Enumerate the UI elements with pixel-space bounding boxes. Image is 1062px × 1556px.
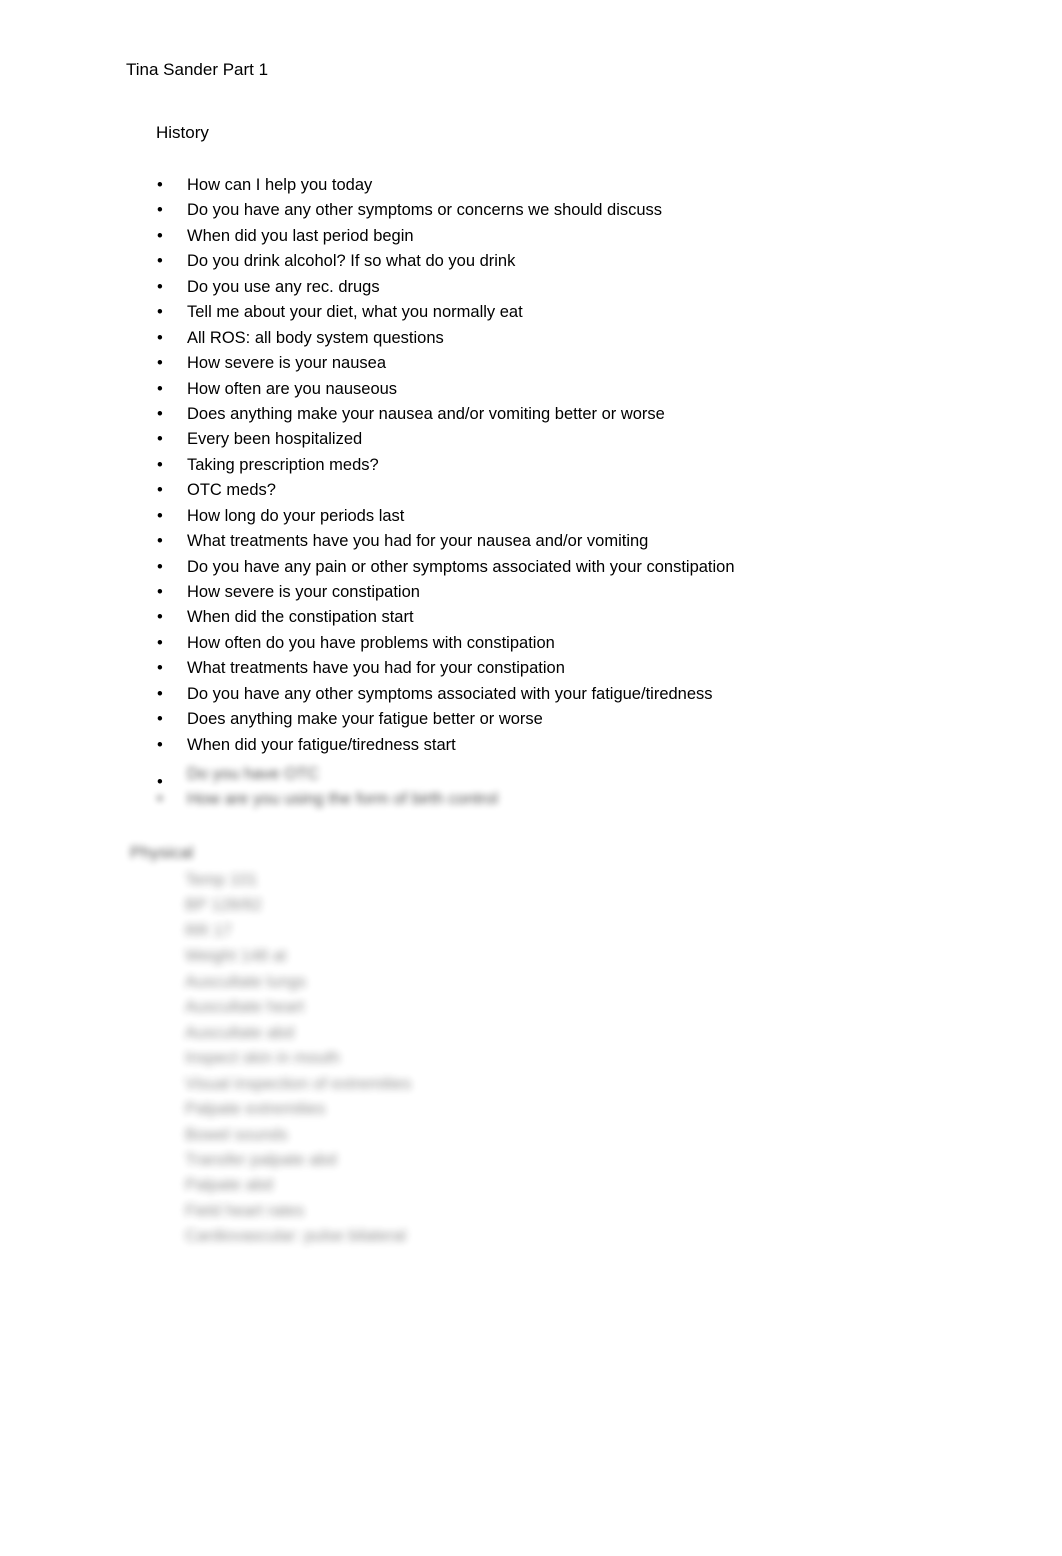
bullet-marker-icon: • <box>157 481 163 500</box>
list-item: • Does anything make your fatigue better … <box>0 707 1062 732</box>
list-item-label: When did your fatigue/tiredness start <box>187 735 456 754</box>
bullet-marker-icon: • <box>157 455 163 474</box>
list-item: • What treatments have you had for your n… <box>0 529 1062 554</box>
obscured-list-item-label: Do you have OTC <box>187 765 320 783</box>
bullet-marker-icon: • <box>157 176 163 194</box>
list-item-label: Taking prescription meds? <box>187 455 379 474</box>
obscured-row: Weight 148 at <box>185 947 287 966</box>
list-item-label: What treatments have you had for your na… <box>187 532 649 551</box>
list-item: • When did your fatigue/tiredness start <box>0 733 1062 758</box>
obscured-row: Bowel sounds <box>185 1125 288 1144</box>
list-item: • Do you use any rec. drugs <box>0 275 1062 300</box>
obscured-row: RR 17 <box>185 921 232 940</box>
list-item-label: How severe is your nausea <box>187 354 387 373</box>
bullet-marker-icon: • <box>157 379 163 398</box>
list-item: • How long do your periods last <box>0 504 1062 529</box>
bullet-marker-icon: • <box>157 583 163 601</box>
obscured-row: Auscultate heart <box>185 998 305 1017</box>
bullet-marker-icon: • <box>157 659 163 678</box>
list-item-label: All ROS: all body system questions <box>187 328 444 347</box>
list-item-label: When did you last period begin <box>187 226 414 245</box>
list-item: • Tell me about your diet, what you norma… <box>0 300 1062 325</box>
list-item: • Does anything make your nausea and/or v… <box>0 402 1062 427</box>
list-item-label: Do you drink alcohol? If so what do you … <box>187 252 516 271</box>
list-item: • How often do you have problems with con… <box>0 631 1062 656</box>
list-item: • Taking prescription meds? <box>0 453 1062 478</box>
list-item-label: OTC meds? <box>187 481 276 500</box>
obscured-row: Palpate extremities <box>185 1100 326 1119</box>
bullet-marker-icon: • <box>157 277 163 296</box>
obscured-list-item: •Do you have OTC <box>187 762 319 787</box>
section-heading-history: History <box>156 123 209 142</box>
obscured-row: Auscultate abd <box>185 1023 295 1042</box>
bullet-marker-icon: • <box>157 354 163 373</box>
document-page: Tina Sander Part 1 History • How can I he… <box>0 0 1062 1556</box>
bullet-marker-icon: • <box>157 303 163 322</box>
obscured-list-item-label: How are you using the form of birth cont… <box>187 790 498 809</box>
list-item-label: Tell me about your diet, what you normal… <box>187 303 523 322</box>
list-item: • What treatments have you had for your c… <box>0 656 1062 681</box>
list-item: • All ROS: all body system questions <box>0 326 1062 351</box>
list-item: • Do you have any pain or other symptoms … <box>0 555 1062 580</box>
obscured-row: Transfer palpate abd <box>185 1150 337 1169</box>
obscured-list-item: • How are you using the form of birth con… <box>157 787 498 812</box>
history-bullet-list: • How can I help you today • Do you have an… <box>0 173 1062 758</box>
obscured-row: Palpate abd <box>185 1176 274 1195</box>
obscured-row: Visual inspection of extremities <box>185 1074 412 1093</box>
list-item: • When did the constipation start <box>0 605 1062 630</box>
list-item-label: How can I help you today <box>187 176 373 194</box>
list-item-label: Does anything make your fatigue better o… <box>187 710 543 729</box>
list-item-label: Do you have any other symptoms associate… <box>187 684 713 703</box>
bullet-marker-icon: • <box>157 735 163 754</box>
list-item: • Every been hospitalized <box>0 427 1062 452</box>
bullet-marker-icon: • <box>157 252 163 271</box>
list-item: • Do you have any other symptoms or conce… <box>0 198 1062 223</box>
bullet-marker-icon: • <box>157 790 163 809</box>
list-item: • How often are you nauseous <box>0 377 1062 402</box>
list-item-label: How often are you nauseous <box>187 379 398 398</box>
list-item: • Do you drink alcohol? If so what do you… <box>0 249 1062 274</box>
bullet-marker-icon: • <box>157 506 163 525</box>
obscured-section-heading: Physical <box>130 843 194 862</box>
list-item-label: When did the constipation start <box>187 608 414 627</box>
bullet-marker-icon: • <box>157 430 163 449</box>
bullet-marker-icon: • <box>157 633 163 652</box>
list-item-label: Does anything make your nausea and/or vo… <box>187 404 665 423</box>
list-item: • How can I help you today <box>0 173 1062 198</box>
bullet-marker-icon: • <box>157 404 163 423</box>
list-item-label: How often do you have problems with cons… <box>187 633 555 652</box>
bullet-marker-icon: • <box>157 226 163 245</box>
obscured-row: Field heart rates <box>185 1201 305 1220</box>
list-item-label: Do you use any rec. drugs <box>187 277 380 296</box>
page-title: Tina Sander Part 1 <box>126 60 269 79</box>
obscured-row: Inspect skin in mouth <box>185 1049 340 1068</box>
list-item: • When did you last period begin <box>0 224 1062 249</box>
bullet-marker-icon: • <box>157 557 163 576</box>
bullet-marker-icon: • <box>157 710 163 729</box>
list-item: • How severe is your constipation <box>0 580 1062 605</box>
bullet-marker-icon: • <box>157 201 163 220</box>
list-item: • OTC meds? <box>0 478 1062 503</box>
list-item: • How severe is your nausea <box>0 351 1062 376</box>
bullet-marker-icon: • <box>157 328 163 347</box>
obscured-content-region: •Do you have OTC • How are you using the f… <box>0 758 1062 1258</box>
obscured-row: Cardiovascular: pulse bilateral <box>185 1227 407 1246</box>
obscured-row: Auscultate lungs <box>185 972 307 991</box>
list-item-label: How severe is your constipation <box>187 583 420 601</box>
bullet-marker-icon: • <box>157 684 163 703</box>
list-item-label: Do you have any pain or other symptoms a… <box>187 557 735 576</box>
list-item-label: Every been hospitalized <box>187 430 363 449</box>
list-item-label: How long do your periods last <box>187 506 405 525</box>
bullet-marker-icon: • <box>157 608 163 627</box>
obscured-row: BP 128/82 <box>185 896 262 915</box>
list-item-label: What treatments have you had for your co… <box>187 659 565 678</box>
bullet-marker-icon: • <box>157 532 163 551</box>
obscured-row: Temp 101 <box>185 871 258 889</box>
list-item-label: Do you have any other symptoms or concer… <box>187 201 663 220</box>
list-item: • Do you have any other symptoms associat… <box>0 682 1062 707</box>
